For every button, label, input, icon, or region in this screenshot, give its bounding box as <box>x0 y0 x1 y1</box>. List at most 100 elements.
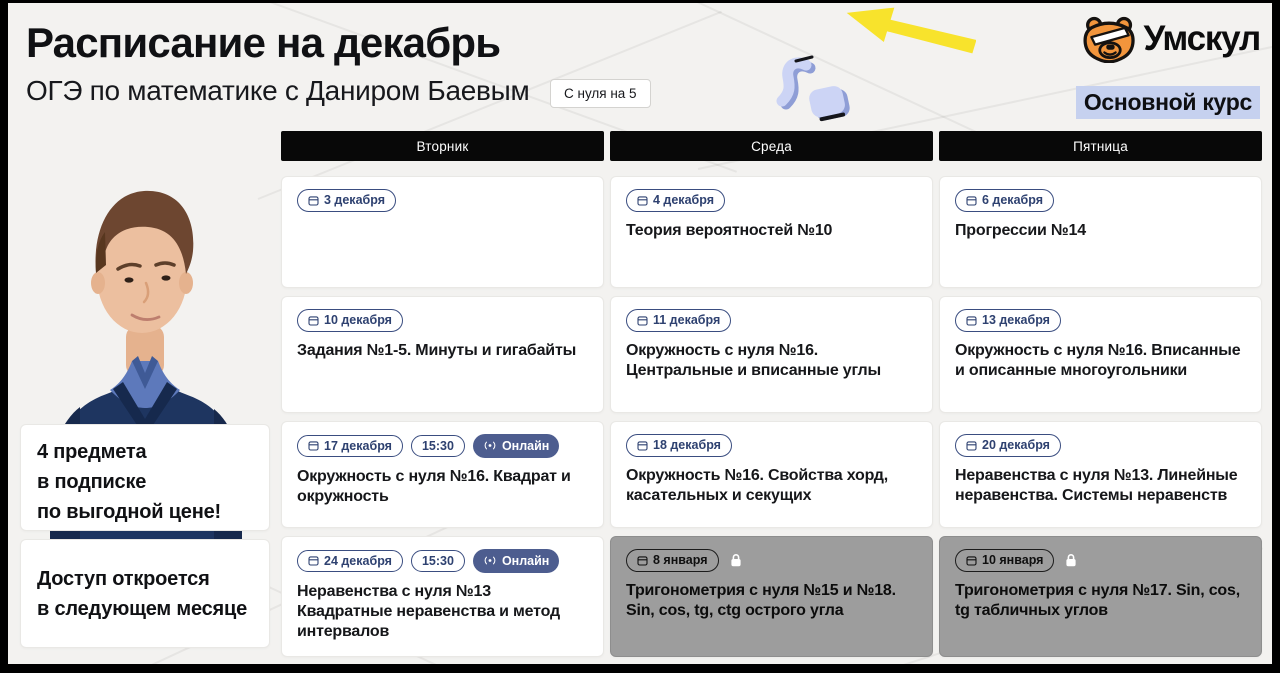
calendar-icon <box>308 315 319 326</box>
date-label: 11 декабря <box>653 314 720 327</box>
date-chip: 6 декабря <box>955 189 1054 212</box>
date-label: 6 декабря <box>982 194 1043 207</box>
lesson-title: Теория вероятностей №10 <box>626 221 917 241</box>
calendar-icon <box>308 555 319 566</box>
date-chip: 10 января <box>955 549 1054 572</box>
chip-row: 10 января <box>955 549 1246 572</box>
date-chip: 20 декабря <box>955 434 1061 457</box>
calendar-icon <box>966 555 977 566</box>
lesson-title: Задания №1-5. Минуты и гигабайты <box>297 341 588 361</box>
date-chip: 3 декабря <box>297 189 396 212</box>
chip-row: 11 декабря <box>626 309 917 332</box>
calendar-icon <box>637 195 648 206</box>
day-header: Вторник <box>281 131 604 161</box>
lesson-title: Неравенства с нуля №13 Квадратные нераве… <box>297 582 588 643</box>
date-chip: 18 декабря <box>626 434 732 457</box>
cards-list: 3 декабря 10 декабря Задания №1-5. Минут… <box>281 176 604 657</box>
lesson-card: 10 декабря Задания №1-5. Минуты и гигаба… <box>281 296 604 413</box>
calendar-icon <box>637 555 648 566</box>
lesson-card: 10 января Тригонометрия с нуля №17. Sin,… <box>939 536 1262 657</box>
calendar-icon <box>966 315 977 326</box>
math-3d-icon <box>768 51 860 131</box>
date-label: 13 декабря <box>982 314 1050 327</box>
chip-row: 6 декабря <box>955 189 1246 212</box>
page-title: Расписание на декабрь <box>26 19 500 67</box>
date-chip: 11 декабря <box>626 309 731 332</box>
chip-row: 18 декабря <box>626 434 917 457</box>
date-chip: 8 января <box>626 549 719 572</box>
chip-row: 8 января <box>626 549 917 572</box>
brand-logo: Умскул <box>1083 15 1260 63</box>
chip-row: 17 декабря 15:30 Онлайн <box>297 434 588 458</box>
calendar-icon <box>637 440 648 451</box>
lesson-title: Окружность с нуля №16. Центральные и впи… <box>626 341 917 382</box>
brand-name: Умскул <box>1144 19 1260 59</box>
level-badge: С нуля на 5 <box>550 79 651 108</box>
date-label: 10 декабря <box>324 314 392 327</box>
time-label: 15:30 <box>422 440 454 453</box>
lock-icon <box>1065 553 1077 567</box>
text-line: Доступ откроется <box>37 564 253 594</box>
lesson-card: 18 декабря Окружность №16. Свойства хорд… <box>610 421 933 528</box>
lesson-card: 13 декабря Окружность с нуля №16. Вписан… <box>939 296 1262 413</box>
date-chip: 10 декабря <box>297 309 403 332</box>
course-label: Основной курс <box>1076 86 1260 119</box>
lesson-card: 24 декабря 15:30 Онлайн Неравенства с ну… <box>281 536 604 657</box>
online-badge: Онлайн <box>473 549 559 573</box>
promo-card-subscription: 4 предметав подпискепо выгодной цене! <box>20 424 270 531</box>
bear-icon <box>1083 15 1137 63</box>
date-chip: 17 декабря <box>297 435 403 458</box>
lesson-card: 3 декабря <box>281 176 604 288</box>
online-label: Онлайн <box>502 440 549 453</box>
chip-row: 13 декабря <box>955 309 1246 332</box>
date-chip: 13 декабря <box>955 309 1061 332</box>
lesson-card: 20 декабря Неравенства с нуля №13. Линей… <box>939 421 1262 528</box>
day-column-wednesday: Среда 4 декабря Теория вероятностей №10 <box>610 131 933 657</box>
date-label: 4 декабря <box>653 194 714 207</box>
lesson-title: Окружность с нуля №16. Квадрат и окружно… <box>297 467 588 508</box>
lesson-title: Тригонометрия с нуля №15 и №18. Sin, cos… <box>626 581 917 622</box>
text-line: в подписке <box>37 467 253 497</box>
live-icon <box>483 556 497 565</box>
date-label: 8 января <box>653 554 708 567</box>
chip-row: 24 декабря 15:30 Онлайн <box>297 549 588 573</box>
text-line: в следующем месяце <box>37 594 253 624</box>
lesson-card: 6 декабря Прогрессии №14 <box>939 176 1262 288</box>
chip-row: 10 декабря <box>297 309 588 332</box>
date-label: 10 января <box>982 554 1043 567</box>
lesson-card: 17 декабря 15:30 Онлайн Окружность с нул… <box>281 421 604 528</box>
time-label: 15:30 <box>422 555 454 568</box>
online-badge: Онлайн <box>473 434 559 458</box>
cards-list: 6 декабря Прогрессии №14 13 декабря Окру… <box>939 176 1262 657</box>
day-header: Среда <box>610 131 933 161</box>
live-icon <box>483 441 497 450</box>
lesson-card: 4 декабря Теория вероятностей №10 <box>610 176 933 288</box>
text-line: по выгодной цене! <box>37 497 253 527</box>
page-subtitle: ОГЭ по математике с Даниром Баевым <box>26 75 529 107</box>
lesson-title: Окружность №16. Свойства хорд, касательн… <box>626 466 917 507</box>
calendar-icon <box>966 195 977 206</box>
lesson-card: 11 декабря Окружность с нуля №16. Центра… <box>610 296 933 413</box>
lesson-title: Неравенства с нуля №13. Линейные неравен… <box>955 466 1246 507</box>
online-label: Онлайн <box>502 555 549 568</box>
date-chip: 4 декабря <box>626 189 725 212</box>
day-column-friday: Пятница 6 декабря Прогрессии №14 <box>939 131 1262 657</box>
promo-card-access: Доступ откроетсяв следующем месяце <box>20 539 270 648</box>
calendar-icon <box>966 440 977 451</box>
left-column: 4 предметав подпискепо выгодной цене! До… <box>20 131 270 657</box>
lesson-card: 8 января Тригонометрия с нуля №15 и №18.… <box>610 536 933 657</box>
day-column-tuesday: Вторник 3 декабря 10 декабря <box>281 131 604 657</box>
time-chip: 15:30 <box>411 550 465 573</box>
poster-page: Расписание на декабрь ОГЭ по математике … <box>8 3 1272 664</box>
calendar-icon <box>308 195 319 206</box>
chip-row: 3 декабря <box>297 189 588 212</box>
lesson-title: Тригонометрия с нуля №17. Sin, cos, tg т… <box>955 581 1246 622</box>
date-chip: 24 декабря <box>297 550 403 573</box>
date-label: 17 декабря <box>324 440 392 453</box>
text-line: 4 предмета <box>37 437 253 467</box>
cards-list: 4 декабря Теория вероятностей №10 11 дек… <box>610 176 933 657</box>
date-label: 3 декабря <box>324 194 385 207</box>
date-label: 18 декабря <box>653 439 721 452</box>
lock-icon <box>730 553 742 567</box>
chip-row: 4 декабря <box>626 189 917 212</box>
